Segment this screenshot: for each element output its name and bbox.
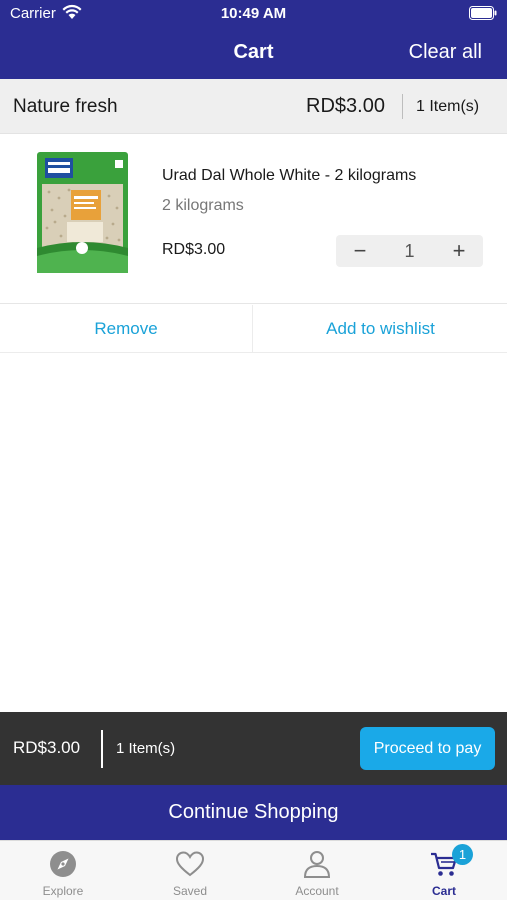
quantity-value: 1 <box>404 241 415 261</box>
app-header: Carrier 10:49 AM Cart Clear all <box>0 0 507 79</box>
tab-label: Explore <box>42 884 84 898</box>
seller-item-count: 1 Item(s) <box>416 98 480 115</box>
tab-account[interactable]: Account <box>254 841 380 900</box>
item-actions: Remove Add to wishlist <box>0 305 507 353</box>
cart-summary-bar: RD$3.00 1 Item(s) Proceed to pay <box>0 712 507 785</box>
summary-item-count: 1 Item(s) <box>116 740 176 757</box>
tab-label: Saved <box>172 884 208 898</box>
cart-badge: 1 <box>452 844 473 865</box>
remove-button[interactable]: Remove <box>0 305 253 353</box>
tab-explore[interactable]: Explore <box>0 841 126 900</box>
battery-icon <box>469 6 497 20</box>
person-icon <box>303 851 331 878</box>
continue-shopping-button[interactable]: Continue Shopping <box>0 785 507 840</box>
add-to-wishlist-button[interactable]: Add to wishlist <box>254 305 507 353</box>
tab-label: Account <box>295 884 339 898</box>
status-time: 10:49 AM <box>220 5 287 22</box>
seller-total: RD$3.00 <box>306 95 385 117</box>
product-image[interactable] <box>37 152 128 273</box>
increase-quantity-button[interactable]: + <box>437 235 481 267</box>
tab-saved[interactable]: Saved <box>127 841 253 900</box>
compass-icon <box>50 851 76 877</box>
seller-header: Nature fresh RD$3.00 1 Item(s) <box>0 79 507 134</box>
summary-divider <box>101 730 103 768</box>
decrease-quantity-button[interactable]: − <box>338 235 382 267</box>
product-price: RD$3.00 <box>162 241 226 258</box>
proceed-to-pay-button[interactable]: Proceed to pay <box>360 727 495 770</box>
status-bar: Carrier 10:49 AM <box>0 0 507 28</box>
tab-label: Cart <box>431 884 456 898</box>
product-name[interactable]: Urad Dal Whole White - 2 kilograms <box>162 167 416 185</box>
tab-cart[interactable]: Cart <box>381 841 507 900</box>
seller-divider <box>402 94 403 119</box>
clear-all-button[interactable]: Clear all <box>409 41 482 64</box>
tab-bar: Explore Saved Account Cart <box>0 840 507 900</box>
product-variant: 2 kilograms <box>162 197 244 214</box>
cart-item: Urad Dal Whole White - 2 kilograms 2 kil… <box>0 134 507 304</box>
heart-icon <box>175 851 205 877</box>
seller-name: Nature fresh <box>13 96 118 117</box>
quantity-stepper: − 1 + <box>336 235 483 267</box>
summary-total: RD$3.00 <box>13 738 81 757</box>
